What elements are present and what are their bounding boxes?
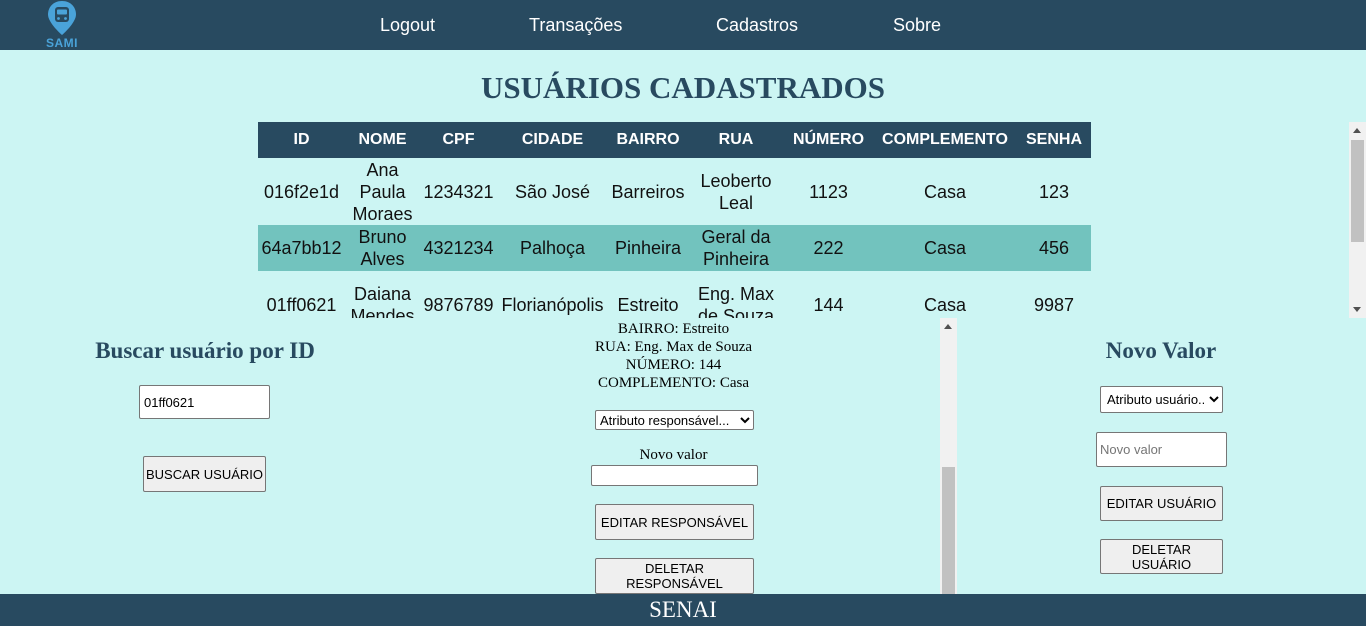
cell-complemento: Casa xyxy=(923,181,967,202)
column-header-complemento: COMPLEMENTO xyxy=(873,122,1017,158)
table-row: 64a7bb12 Bruno Alves 4321234 Palhoça Pin… xyxy=(258,225,1091,271)
cell-nome: Ana Paula Moraes xyxy=(352,159,413,224)
search-user-button[interactable]: BUSCAR USUÁRIO xyxy=(143,456,266,492)
table-row: 01ff0621 Daiana Mendes 9876789 Florianóp… xyxy=(258,271,1091,319)
cell-nome: Bruno Alves xyxy=(345,225,420,271)
footer: SENAI xyxy=(0,594,1366,626)
page-scrollbar[interactable] xyxy=(1349,122,1366,318)
cell-id: 01ff0621 xyxy=(266,294,337,315)
detail-rua: RUA: Eng. Max de Souza xyxy=(594,339,753,355)
column-header-cpf: CPF xyxy=(420,122,497,158)
cell-bairro: Barreiros xyxy=(611,181,685,202)
column-header-rua: RUA xyxy=(688,122,784,158)
delete-responsible-button[interactable]: DELETAR RESPONSÁVEL xyxy=(595,558,754,594)
nav-transacoes[interactable]: Transações xyxy=(529,15,622,36)
cell-cidade: Florianópolis xyxy=(501,294,604,315)
sami-logo[interactable]: SAMI xyxy=(40,0,84,50)
detail-numero: NÚMERO: 144 xyxy=(625,357,722,373)
search-section-title: Buscar usuário por ID xyxy=(95,338,315,363)
delete-user-button[interactable]: DELETAR USUÁRIO xyxy=(1100,539,1223,574)
user-id-search-input[interactable] xyxy=(139,385,270,419)
responsible-attribute-select[interactable]: Atributo responsável... xyxy=(595,410,754,430)
cell-bairro: Estreito xyxy=(617,294,679,315)
cell-cpf: 4321234 xyxy=(420,225,497,271)
column-header-id: ID xyxy=(258,122,345,158)
cell-rua: Leoberto Leal xyxy=(700,170,772,213)
cell-complemento: Casa xyxy=(923,294,967,315)
nav-logout[interactable]: Logout xyxy=(380,15,435,36)
cell-cidade: Palhoça xyxy=(497,225,608,271)
detail-complemento: COMPLEMENTO: Casa xyxy=(598,375,749,391)
logo-text: SAMI xyxy=(46,36,78,50)
cell-complemento: Casa xyxy=(873,225,1017,271)
cell-senha: 456 xyxy=(1017,225,1091,271)
cell-id: 64a7bb12 xyxy=(258,225,345,271)
nav-sobre[interactable]: Sobre xyxy=(893,15,941,36)
column-header-bairro: BAIRRO xyxy=(608,122,688,158)
edit-responsible-button[interactable]: EDITAR RESPONSÁVEL xyxy=(595,504,754,540)
users-table-container[interactable]: ID NOME CPF CIDADE BAIRRO RUA NÚMERO COM… xyxy=(258,122,1091,318)
cell-id: 016f2e1d xyxy=(263,181,340,202)
scroll-down-arrow-icon[interactable] xyxy=(1353,307,1361,312)
cell-rua: Geral da Pinheira xyxy=(688,225,784,271)
table-row: 016f2e1d Ana Paula Moraes 1234321 São Jo… xyxy=(258,158,1091,225)
page-title: USUÁRIOS CADASTRADOS xyxy=(481,70,885,105)
scroll-up-arrow-icon[interactable] xyxy=(1353,128,1361,133)
column-header-senha: SENHA xyxy=(1017,122,1091,158)
footer-text: SENAI xyxy=(649,597,717,622)
cell-nome: Daiana Mendes xyxy=(350,283,415,319)
bus-pin-icon xyxy=(48,1,76,35)
cell-cidade: São José xyxy=(514,181,591,202)
cell-senha: 123 xyxy=(1038,181,1070,202)
column-header-numero: NÚMERO xyxy=(784,122,873,158)
top-navbar: SAMI Logout Transações Cadastros Sobre xyxy=(0,0,1366,50)
cell-numero: 144 xyxy=(813,294,844,315)
user-attribute-select[interactable]: Atributo usuário... xyxy=(1100,386,1223,413)
edit-user-button[interactable]: EDITAR USUÁRIO xyxy=(1100,486,1223,521)
user-new-value-input[interactable] xyxy=(1096,432,1227,467)
scrollbar-thumb[interactable] xyxy=(1351,140,1364,242)
cell-senha: 9987 xyxy=(1033,294,1075,315)
cell-cpf: 1234321 xyxy=(423,181,494,202)
new-value-section-title: Novo Valor xyxy=(1105,338,1217,363)
cell-cpf: 9876789 xyxy=(423,294,494,315)
cell-numero: 1123 xyxy=(809,181,848,202)
details-scrollbar[interactable] xyxy=(940,318,957,594)
scroll-up-arrow-icon[interactable] xyxy=(944,324,952,329)
user-details-panel[interactable]: BAIRRO: Estreito RUA: Eng. Max de Souza … xyxy=(390,318,957,594)
cell-numero: 222 xyxy=(784,225,873,271)
new-value-label: Novo valor xyxy=(639,447,708,463)
user-details-text: BAIRRO: Estreito RUA: Eng. Max de Souza … xyxy=(390,320,957,392)
table-header-row: ID NOME CPF CIDADE BAIRRO RUA NÚMERO COM… xyxy=(258,122,1091,158)
column-header-cidade: CIDADE xyxy=(497,122,608,158)
responsible-new-value-input[interactable] xyxy=(591,465,758,486)
detail-bairro: BAIRRO: Estreito xyxy=(617,321,730,337)
nav-cadastros[interactable]: Cadastros xyxy=(716,15,798,36)
users-table: ID NOME CPF CIDADE BAIRRO RUA NÚMERO COM… xyxy=(258,122,1091,318)
cell-rua: Eng. Max de Souza xyxy=(697,283,775,319)
column-header-nome: NOME xyxy=(345,122,420,158)
scrollbar-thumb[interactable] xyxy=(942,467,955,594)
cell-bairro: Pinheira xyxy=(608,225,688,271)
